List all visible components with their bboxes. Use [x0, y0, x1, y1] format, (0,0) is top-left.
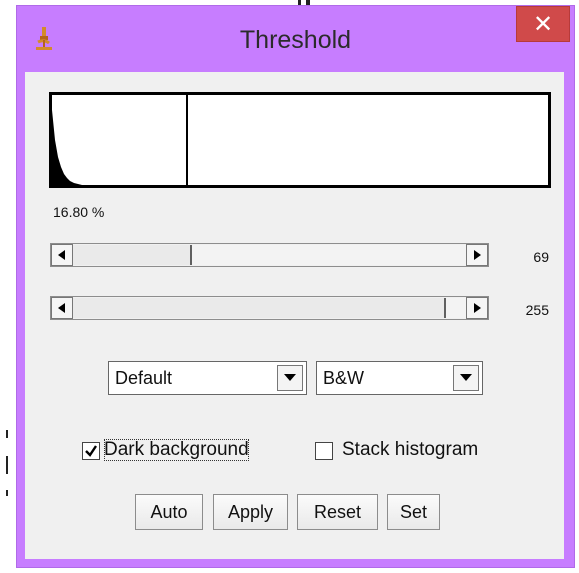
slider-track[interactable] — [73, 298, 444, 318]
dark-background-checkbox[interactable] — [82, 442, 100, 460]
display-selected: B&W — [323, 368, 365, 388]
set-button[interactable]: Set — [387, 494, 440, 530]
slider-right-arrow[interactable] — [466, 297, 488, 319]
threshold-panel: 16.80 % 69 255 Default B&W Dark backgrou… — [25, 72, 564, 559]
stack-histogram-checkbox[interactable] — [315, 442, 333, 460]
stray-mark — [6, 430, 8, 438]
threshold-window: Threshold ✕ 16.80 % 69 255 Default B&W D… — [16, 5, 575, 568]
stray-mark — [6, 456, 8, 474]
apply-button[interactable]: Apply — [213, 494, 288, 530]
chevron-down-icon[interactable] — [453, 365, 479, 391]
dark-background-label[interactable]: Dark background — [104, 439, 249, 461]
slider-track[interactable] — [73, 245, 190, 265]
histogram-plot — [52, 95, 188, 185]
slider-track-right[interactable] — [192, 245, 466, 265]
close-button[interactable]: ✕ — [516, 6, 570, 42]
reset-button[interactable]: Reset — [297, 494, 378, 530]
checkmark-icon — [85, 445, 97, 457]
close-icon: ✕ — [532, 10, 554, 38]
lower-threshold-value: 69 — [533, 249, 549, 265]
window-title: Threshold — [239, 26, 352, 54]
upper-threshold-slider[interactable] — [50, 296, 489, 320]
slider-track-right[interactable] — [446, 298, 466, 318]
slider-left-arrow[interactable] — [51, 297, 73, 319]
stray-mark — [6, 490, 8, 496]
title-bar[interactable]: Threshold ✕ — [17, 6, 574, 72]
threshold-line — [186, 95, 188, 185]
method-dropdown[interactable]: Default — [108, 361, 307, 395]
stack-histogram-label[interactable]: Stack histogram — [342, 439, 478, 461]
threshold-percent: 16.80 % — [53, 204, 105, 220]
histogram — [49, 92, 551, 188]
method-selected: Default — [115, 368, 173, 388]
display-dropdown[interactable]: B&W — [316, 361, 483, 395]
chevron-down-icon[interactable] — [277, 365, 303, 391]
auto-button[interactable]: Auto — [135, 494, 203, 530]
upper-threshold-value: 255 — [525, 302, 549, 318]
slider-left-arrow[interactable] — [51, 244, 73, 266]
lower-threshold-slider[interactable] — [50, 243, 489, 267]
slider-right-arrow[interactable] — [466, 244, 488, 266]
